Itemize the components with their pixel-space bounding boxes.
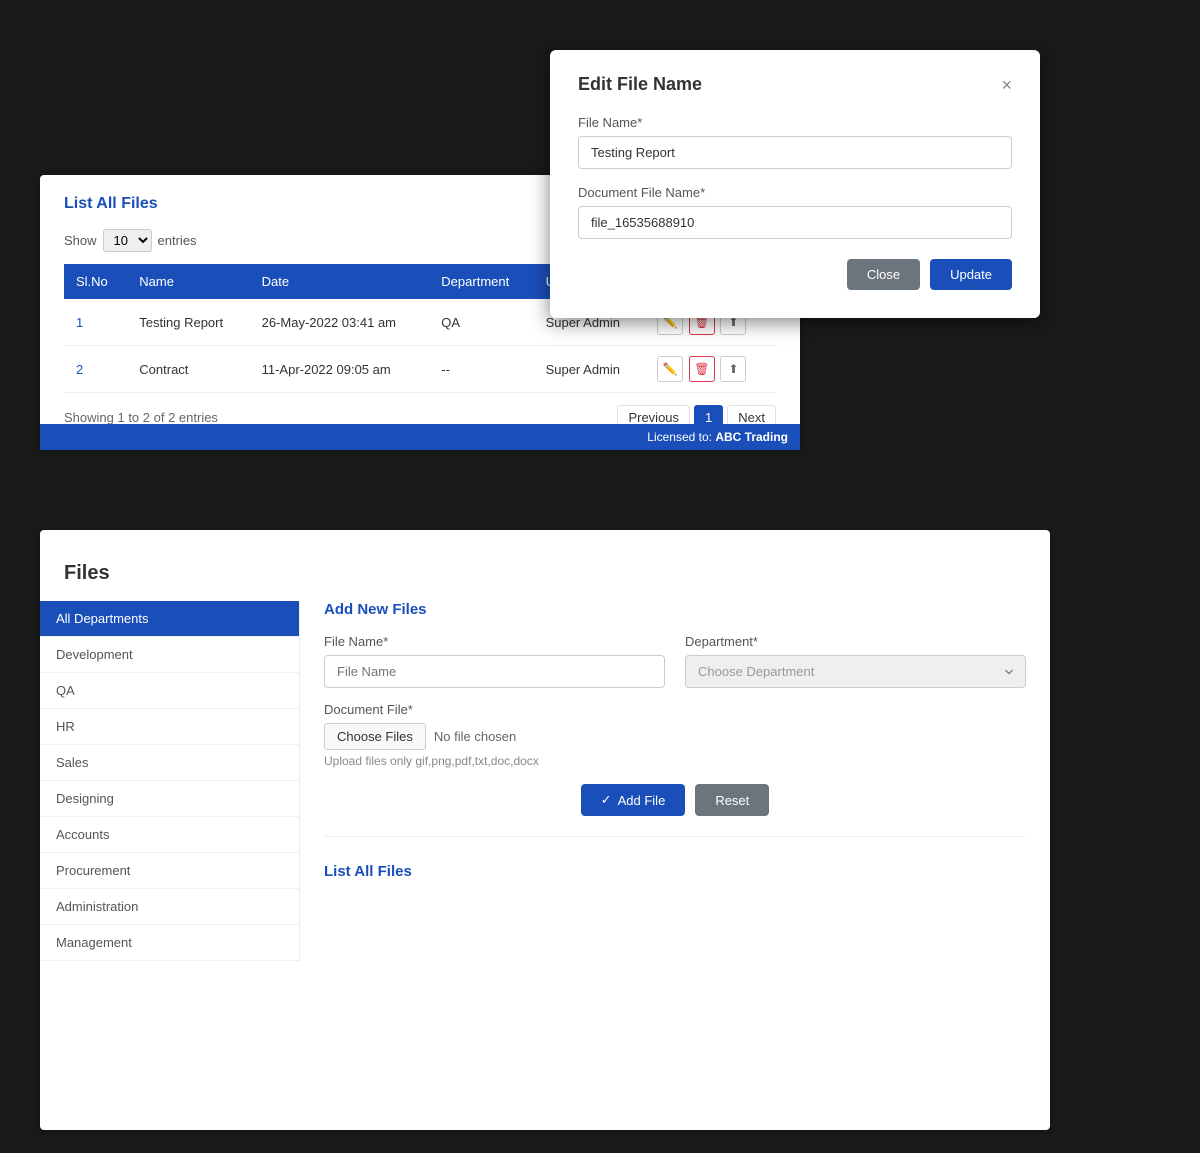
- cell-name: Contract: [127, 346, 249, 393]
- checkmark-icon: ✓: [601, 792, 612, 808]
- sidebar-item-designing[interactable]: Designing: [40, 781, 299, 817]
- cell-date: 11-Apr-2022 09:05 am: [250, 346, 430, 393]
- sidebar-item-administration[interactable]: Administration: [40, 889, 299, 925]
- department-label: Department*: [685, 634, 1026, 649]
- sidebar-item-procurement[interactable]: Procurement: [40, 853, 299, 889]
- edit-modal: Edit File Name × File Name* Document Fil…: [550, 50, 1040, 318]
- cell-actions: ✏️ 🗑 ⬆: [645, 346, 776, 393]
- sidebar-item-sales[interactable]: Sales: [40, 745, 299, 781]
- sidebar-item-all-departments[interactable]: All Departments: [40, 601, 299, 637]
- form-actions: ✓ Add File Reset: [324, 784, 1026, 816]
- update-button[interactable]: Update: [930, 259, 1012, 290]
- no-file-text: No file chosen: [434, 729, 516, 744]
- add-title-prefix: Add New: [324, 601, 388, 618]
- license-prefix: Licensed to:: [647, 430, 712, 444]
- list-all-suffix: Files: [378, 863, 412, 880]
- showing-text: Showing 1 to 2 of 2 entries: [64, 410, 218, 425]
- sidebar-item-accounts[interactable]: Accounts: [40, 817, 299, 853]
- file-name-group: File Name*: [578, 115, 1012, 169]
- license-bar: Licensed to: ABC Trading: [40, 424, 800, 450]
- reset-button[interactable]: Reset: [695, 784, 769, 816]
- cell-sl: 1: [64, 299, 127, 346]
- modal-title: Edit File Name: [578, 74, 702, 95]
- edit-button[interactable]: ✏️: [657, 356, 683, 382]
- show-select[interactable]: 10: [103, 229, 152, 252]
- choose-files-button[interactable]: Choose Files: [324, 723, 426, 750]
- add-file-name-label: File Name*: [324, 634, 665, 649]
- doc-file-name-group: Document File Name*: [578, 185, 1012, 239]
- add-file-button[interactable]: ✓ Add File: [581, 784, 686, 816]
- table-row: 2 Contract 11-Apr-2022 09:05 am -- Super…: [64, 346, 776, 393]
- sidebar-item-hr[interactable]: HR: [40, 709, 299, 745]
- main-content: Add New Files File Name* Department* Cho…: [300, 601, 1050, 961]
- show-label: Show: [64, 233, 97, 248]
- add-file-name-input[interactable]: [324, 655, 665, 688]
- list-all-prefix: List All: [324, 863, 373, 880]
- doc-file-name-input[interactable]: [578, 206, 1012, 239]
- file-hint: Upload files only gif,png,pdf,txt,doc,do…: [324, 754, 1026, 768]
- add-files-section: Add New Files File Name* Department* Cho…: [324, 601, 1026, 837]
- sidebar-item-qa[interactable]: QA: [40, 673, 299, 709]
- files-panel: Files All DepartmentsDevelopmentQAHRSale…: [40, 530, 1050, 1130]
- department-select[interactable]: Choose Department: [685, 655, 1026, 688]
- add-title-suffix: Files: [392, 601, 426, 618]
- sidebar-item-development[interactable]: Development: [40, 637, 299, 673]
- add-files-title: Add New Files: [324, 601, 1026, 618]
- move-button[interactable]: ⬆: [720, 356, 746, 382]
- modal-header: Edit File Name ×: [578, 74, 1012, 95]
- list-title-suffix: Files: [121, 195, 157, 212]
- delete-button[interactable]: 🗑: [689, 356, 715, 382]
- cell-name: Testing Report: [127, 299, 249, 346]
- doc-file-row: Document File* Choose Files No file chos…: [324, 702, 1026, 768]
- list-title-prefix: List All: [64, 195, 117, 212]
- col-slno: Sl.No: [64, 264, 127, 299]
- cell-sl: 2: [64, 346, 127, 393]
- file-name-input[interactable]: [578, 136, 1012, 169]
- cell-dept: --: [429, 346, 533, 393]
- show-entries: Show 10 entries: [64, 229, 197, 252]
- sidebar: All DepartmentsDevelopmentQAHRSalesDesig…: [40, 601, 300, 961]
- modal-close-x-button[interactable]: ×: [1001, 76, 1012, 94]
- list-all-files-title: List All Files: [324, 853, 1026, 880]
- form-row-1: File Name* Department* Choose Department: [324, 634, 1026, 688]
- col-department: Department: [429, 264, 533, 299]
- file-input-wrapper: Choose Files No file chosen: [324, 723, 1026, 750]
- entries-label: entries: [158, 233, 197, 248]
- add-file-label: Add File: [618, 793, 666, 808]
- close-button[interactable]: Close: [847, 259, 920, 290]
- modal-footer: Close Update: [578, 259, 1012, 290]
- department-col: Department* Choose Department: [685, 634, 1026, 688]
- files-layout: All DepartmentsDevelopmentQAHRSalesDesig…: [40, 601, 1050, 961]
- file-name-col: File Name*: [324, 634, 665, 688]
- sidebar-item-management[interactable]: Management: [40, 925, 299, 961]
- file-name-label: File Name*: [578, 115, 1012, 130]
- page-heading: Files: [40, 550, 1050, 585]
- license-company: ABC Trading: [715, 430, 788, 444]
- cell-uploaded: Super Admin: [534, 346, 646, 393]
- col-name: Name: [127, 264, 249, 299]
- doc-file-label: Document File*: [324, 702, 1026, 717]
- col-date: Date: [250, 264, 430, 299]
- cell-date: 26-May-2022 03:41 am: [250, 299, 430, 346]
- cell-dept: QA: [429, 299, 533, 346]
- doc-file-name-label: Document File Name*: [578, 185, 1012, 200]
